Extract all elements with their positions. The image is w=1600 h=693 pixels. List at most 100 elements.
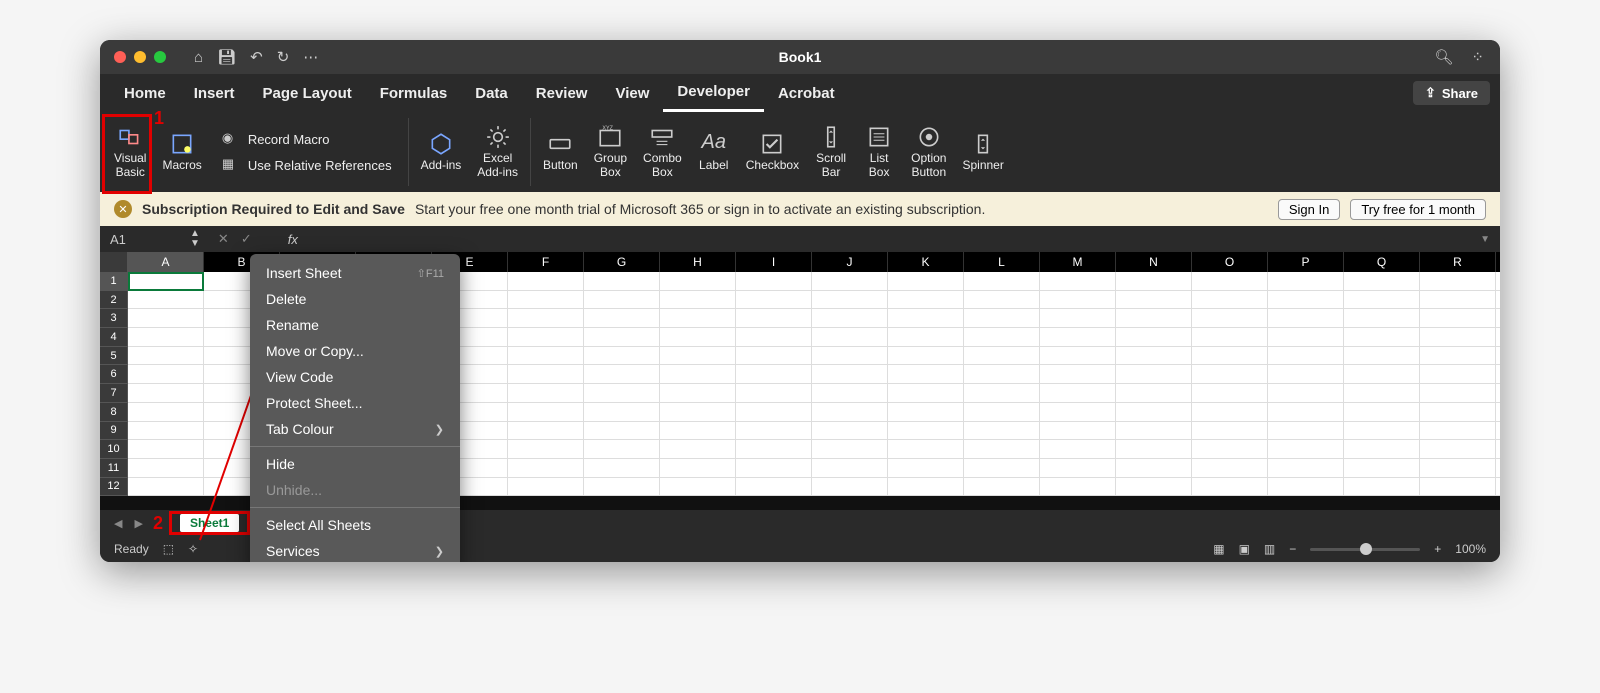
- menu-separator: [250, 507, 460, 508]
- col-header[interactable]: F: [508, 252, 584, 272]
- col-header[interactable]: A: [128, 252, 204, 272]
- menu-insert-sheet[interactable]: Insert Sheet⇧F11: [250, 260, 460, 286]
- redo-icon[interactable]: ↻: [277, 48, 290, 66]
- row-header[interactable]: 7: [100, 384, 128, 403]
- menu-move-or-copy[interactable]: Move or Copy...: [250, 338, 460, 364]
- ribbon: Visual Basic Macros ◉Record Macro ▦Use R…: [100, 112, 1500, 192]
- tab-view[interactable]: View: [601, 74, 663, 112]
- select-all-corner[interactable]: [100, 252, 128, 272]
- view-normal-icon[interactable]: ▦: [1213, 542, 1224, 556]
- menu-protect-sheet[interactable]: Protect Sheet...: [250, 390, 460, 416]
- col-header[interactable]: H: [660, 252, 736, 272]
- menu-select-all-sheets[interactable]: Select All Sheets: [250, 512, 460, 538]
- use-relative-references-button[interactable]: ▦Use Relative References: [222, 156, 392, 174]
- undo-icon[interactable]: ↶: [250, 48, 263, 66]
- accessibility-icon[interactable]: ⬚: [163, 542, 174, 556]
- name-box[interactable]: A1: [100, 232, 190, 247]
- col-header[interactable]: Q: [1344, 252, 1420, 272]
- menu-view-code[interactable]: View Code: [250, 364, 460, 390]
- row-header[interactable]: 11: [100, 459, 128, 478]
- tab-acrobat[interactable]: Acrobat: [764, 74, 849, 112]
- share-button[interactable]: ⇪Share: [1413, 81, 1490, 105]
- row-header[interactable]: 3: [100, 309, 128, 328]
- record-macro-button[interactable]: ◉Record Macro: [222, 130, 392, 148]
- view-page-break-icon[interactable]: ▥: [1264, 542, 1275, 556]
- menu-rename[interactable]: Rename: [250, 312, 460, 338]
- tab-insert[interactable]: Insert: [180, 74, 249, 112]
- insert-scrollbar-control[interactable]: Scroll Bar: [807, 112, 855, 192]
- sign-in-button[interactable]: Sign In: [1278, 199, 1340, 220]
- menu-delete[interactable]: Delete: [250, 286, 460, 312]
- fx-icon[interactable]: fx: [288, 232, 298, 247]
- insert-group-box-control[interactable]: XYZGroup Box: [586, 112, 635, 192]
- row-header[interactable]: 2: [100, 291, 128, 310]
- row-header[interactable]: 9: [100, 422, 128, 441]
- row-header[interactable]: 4: [100, 328, 128, 347]
- col-header[interactable]: K: [888, 252, 964, 272]
- maximize-window-icon[interactable]: [154, 51, 166, 63]
- try-free-button[interactable]: Try free for 1 month: [1350, 199, 1486, 220]
- macro-status-icon[interactable]: ✧: [188, 542, 198, 556]
- tab-formulas[interactable]: Formulas: [366, 74, 462, 112]
- row-header[interactable]: 12: [100, 478, 128, 497]
- tab-developer[interactable]: Developer: [663, 74, 764, 112]
- home-icon[interactable]: ⌂: [194, 49, 203, 66]
- col-header[interactable]: J: [812, 252, 888, 272]
- tab-page-layout[interactable]: Page Layout: [249, 74, 366, 112]
- col-header[interactable]: G: [584, 252, 660, 272]
- next-sheet-icon[interactable]: ▶: [130, 517, 146, 530]
- close-window-icon[interactable]: [114, 51, 126, 63]
- visual-basic-button[interactable]: Visual Basic: [106, 112, 154, 192]
- row-header[interactable]: 10: [100, 440, 128, 459]
- tab-review[interactable]: Review: [522, 74, 602, 112]
- macros-button[interactable]: Macros: [154, 112, 209, 192]
- more-icon[interactable]: ⋯: [303, 48, 318, 66]
- zoom-slider[interactable]: [1310, 548, 1420, 551]
- minimize-window-icon[interactable]: [134, 51, 146, 63]
- row-header[interactable]: 6: [100, 365, 128, 384]
- spinner-icon: [970, 131, 996, 157]
- row-header[interactable]: 1: [100, 272, 128, 291]
- insert-label-control[interactable]: AaLabel: [690, 112, 738, 192]
- tab-data[interactable]: Data: [461, 74, 522, 112]
- col-header[interactable]: P: [1268, 252, 1344, 272]
- menu-services[interactable]: Services❯: [250, 538, 460, 562]
- cancel-formula-icon[interactable]: ✕: [218, 231, 229, 247]
- menu-hide[interactable]: Hide: [250, 451, 460, 477]
- search-icon[interactable]: 🔍︎: [1434, 48, 1453, 66]
- share-people-icon[interactable]: ⁘: [1471, 48, 1484, 66]
- tab-home[interactable]: Home: [110, 74, 180, 112]
- zoom-in-icon[interactable]: +: [1434, 542, 1441, 556]
- insert-spinner-control[interactable]: Spinner: [954, 112, 1011, 192]
- insert-combo-box-control[interactable]: Combo Box: [635, 112, 690, 192]
- col-header[interactable]: O: [1192, 252, 1268, 272]
- col-header[interactable]: R: [1420, 252, 1496, 272]
- row-header[interactable]: 8: [100, 403, 128, 422]
- addins-button[interactable]: Add-ins: [413, 112, 470, 192]
- banner-close-icon[interactable]: ✕: [114, 200, 132, 218]
- expand-formula-bar-icon[interactable]: ▼: [1480, 234, 1490, 245]
- col-header[interactable]: N: [1116, 252, 1192, 272]
- previous-sheet-icon[interactable]: ◀: [110, 517, 126, 530]
- label-icon: Aa: [701, 131, 727, 157]
- insert-list-box-control[interactable]: List Box: [855, 112, 903, 192]
- row-header[interactable]: 5: [100, 347, 128, 366]
- col-header[interactable]: L: [964, 252, 1040, 272]
- ribbon-tabs: Home Insert Page Layout Formulas Data Re…: [100, 74, 1500, 112]
- col-header[interactable]: M: [1040, 252, 1116, 272]
- view-page-layout-icon[interactable]: ▣: [1239, 542, 1250, 556]
- menu-separator: [250, 446, 460, 447]
- save-icon[interactable]: 💾︎: [217, 48, 236, 66]
- sheet-tab[interactable]: Sheet1: [180, 514, 239, 532]
- enter-formula-icon[interactable]: ✓: [241, 231, 252, 247]
- name-box-stepper-icon[interactable]: ▲▼: [190, 229, 200, 249]
- menu-tab-colour[interactable]: Tab Colour❯: [250, 416, 460, 442]
- excel-addins-button[interactable]: Excel Add-ins: [469, 112, 526, 192]
- insert-button-control[interactable]: Button: [535, 112, 586, 192]
- col-header[interactable]: I: [736, 252, 812, 272]
- insert-option-button-control[interactable]: Option Button: [903, 112, 954, 192]
- titlebar: ⌂ 💾︎ ↶ ↻ ⋯ Book1 🔍︎ ⁘: [100, 40, 1500, 74]
- zoom-level: 100%: [1455, 542, 1486, 556]
- insert-checkbox-control[interactable]: Checkbox: [738, 112, 807, 192]
- zoom-out-icon[interactable]: −: [1289, 542, 1296, 556]
